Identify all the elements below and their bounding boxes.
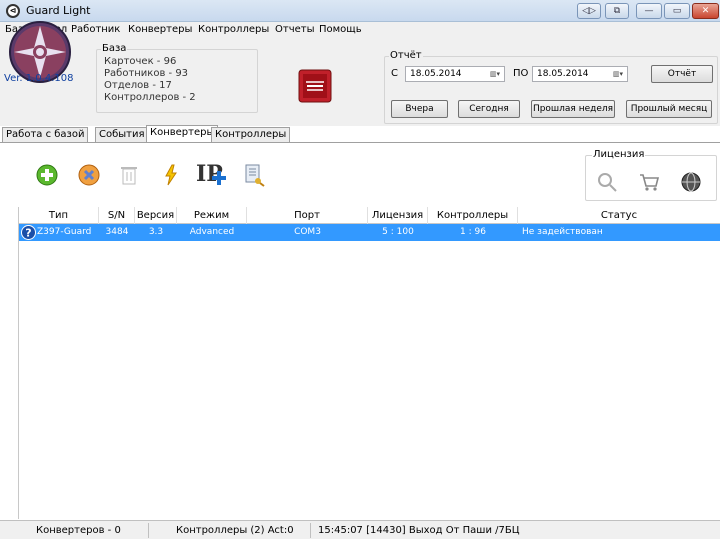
help-icon: ?: [21, 225, 36, 240]
add-converter-icon[interactable]: [35, 163, 59, 187]
tab-controllers[interactable]: Контроллеры: [211, 127, 291, 142]
cart-icon[interactable]: [637, 170, 661, 194]
emergency-exit-icon[interactable]: [297, 68, 333, 104]
status-converters: Конвертеров - 0: [36, 525, 121, 536]
departments-count: Отделов - 17: [104, 80, 172, 91]
tab-events[interactable]: События: [95, 127, 149, 142]
cell-license: 5 : 100: [382, 227, 414, 237]
tab-converters[interactable]: Конвертеры: [146, 125, 219, 142]
add-ip-converter-icon[interactable]: IP: [196, 161, 230, 187]
to-date-picker[interactable]: 18.05.2014 ▥▾: [532, 66, 628, 82]
table-row[interactable]: ? Z397-Guard 3484 3.3 Advanced COM3 5 : …: [19, 224, 720, 241]
maximize-button[interactable]: ▭: [664, 3, 690, 19]
col-license[interactable]: Лицензия: [368, 207, 428, 224]
search-icon[interactable]: [595, 170, 619, 194]
col-mode[interactable]: Режим: [177, 207, 247, 224]
cell-version: 3.3: [148, 227, 164, 237]
today-button[interactable]: Сегодня: [458, 100, 520, 118]
title-bar: ⊲ Guard Light ◁▷ ⧉ — ▭ ✕: [0, 0, 720, 22]
cell-mode: Advanced: [189, 227, 235, 237]
status-last-event: 15:45:07 [14430] Выход От Паши /7БЦ: [318, 525, 520, 536]
menu-konvertery[interactable]: Конвертеры: [128, 24, 192, 35]
trash-icon[interactable]: [117, 163, 141, 187]
extra-arrows-button[interactable]: ◁▷: [577, 3, 601, 19]
menu-kontrollery[interactable]: Контроллеры: [198, 24, 269, 35]
from-date-picker[interactable]: 18.05.2014 ▥▾: [405, 66, 505, 82]
version-label: Ver. 1.0.4.108: [4, 73, 74, 84]
status-divider: [310, 523, 311, 538]
extra-restore-button[interactable]: ⧉: [605, 3, 629, 19]
app-icon: ⊲: [6, 4, 20, 18]
menu-otchety[interactable]: Отчеты: [275, 24, 314, 35]
database-group: База Карточек - 96 Работников - 93 Отдел…: [96, 43, 258, 113]
converters-table: Тип S/N Версия Режим Порт Лицензия Контр…: [18, 207, 720, 519]
remove-converter-icon[interactable]: [77, 163, 101, 187]
col-type[interactable]: Тип: [19, 207, 99, 224]
cell-status: Не задействован: [522, 227, 603, 237]
svg-text:?: ?: [25, 227, 31, 240]
col-version[interactable]: Версия: [135, 207, 177, 224]
license-caption: Лицензия: [592, 149, 646, 160]
cell-controllers: 1 : 96: [460, 227, 486, 237]
report-caption: Отчёт: [389, 50, 423, 61]
controllers-count: Контроллеров - 2: [104, 92, 196, 103]
close-button[interactable]: ✕: [692, 3, 719, 19]
col-port[interactable]: Порт: [247, 207, 368, 224]
workers-count: Работников - 93: [104, 68, 189, 79]
report-group: Отчёт С 18.05.2014 ▥▾ ПО 18.05.2014 ▥▾ О…: [384, 50, 718, 124]
status-controllers: Контроллеры (2) Act:0: [176, 525, 294, 536]
menu-bar: База Отдел Работник Конвертеры Контролле…: [0, 22, 720, 38]
calendar-dropdown-icon[interactable]: ▥▾: [611, 69, 625, 79]
report-button[interactable]: Отчёт: [651, 65, 713, 83]
cards-count: Карточек - 96: [104, 56, 177, 67]
window-title: Guard Light: [26, 4, 91, 17]
database-caption: База: [101, 43, 128, 54]
menu-pomosch[interactable]: Помощь: [319, 24, 362, 35]
tab-strip: Работа с базой События Конвертеры Контро…: [0, 125, 720, 142]
last-month-button[interactable]: Прошлый месяц: [626, 100, 712, 118]
to-label: ПО: [513, 68, 529, 79]
document-key-icon[interactable]: [242, 163, 266, 187]
calendar-dropdown-icon[interactable]: ▥▾: [488, 69, 502, 79]
menu-rabotnik[interactable]: Работник: [71, 24, 120, 35]
from-date-value: 18.05.2014: [410, 69, 462, 79]
col-status[interactable]: Статус: [518, 207, 720, 224]
from-label: С: [391, 68, 398, 79]
col-sn[interactable]: S/N: [99, 207, 135, 224]
last-week-button[interactable]: Прошлая неделя: [531, 100, 615, 118]
status-divider: [148, 523, 149, 538]
license-group: Лицензия: [585, 149, 717, 201]
globe-icon[interactable]: [679, 170, 703, 194]
to-date-value: 18.05.2014: [537, 69, 589, 79]
tab-database-work[interactable]: Работа с базой: [2, 127, 89, 142]
table-header: Тип S/N Версия Режим Порт Лицензия Контр…: [19, 207, 720, 224]
converters-panel: IP Лицензия Тип S/N Версия Режим Порт Ли…: [0, 142, 720, 520]
cell-port: COM3: [294, 227, 321, 237]
col-controllers[interactable]: Контроллеры: [428, 207, 518, 224]
yesterday-button[interactable]: Вчера: [391, 100, 448, 118]
lightning-icon[interactable]: [159, 163, 183, 187]
cell-type: Z397-Guard: [37, 227, 92, 237]
minimize-button[interactable]: —: [636, 3, 662, 19]
status-bar: Конвертеров - 0 Контроллеры (2) Act:0 15…: [0, 520, 720, 539]
cell-sn: 3484: [105, 227, 129, 237]
